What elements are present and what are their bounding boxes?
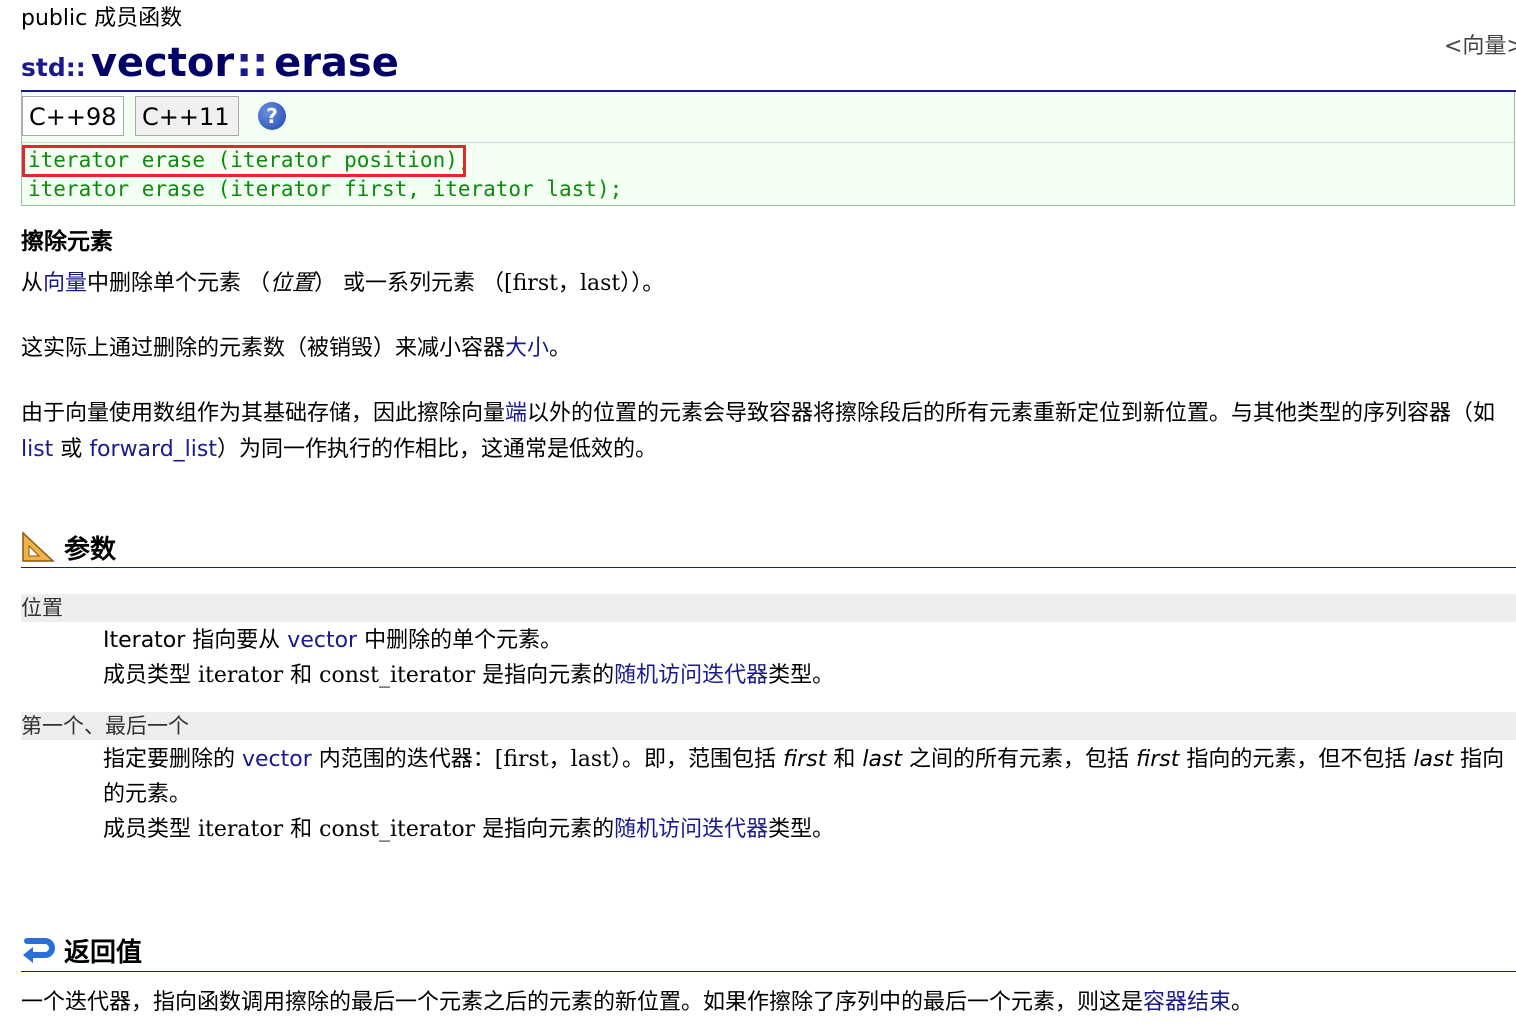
highlight-box: [22, 145, 466, 177]
random-access-iterator-link[interactable]: 随机访问迭代器: [614, 817, 768, 842]
summary-paragraph-3: 由于向量使用数组作为其基础存储，因此擦除向量端以外的位置的元素会导致容器将擦除段…: [21, 401, 1496, 462]
ruler-triangle-icon: [21, 530, 55, 564]
summary-heading: 擦除元素: [21, 229, 113, 255]
param-name-position: 位置: [21, 594, 1516, 622]
prototype-divider: [22, 142, 1514, 143]
container-end-link[interactable]: 容器结束: [1143, 990, 1231, 1015]
return-arrow-icon: [21, 933, 55, 967]
tab-cpp98[interactable]: C++98: [22, 96, 124, 136]
range-term: [first，last）: [504, 271, 632, 296]
prototype-box: C++98 C++11 ? iterator erase (iterator p…: [21, 92, 1515, 206]
prototype-range: iterator erase (iterator first, iterator…: [28, 177, 623, 201]
member-kind-label: public 成员函数: [21, 6, 183, 31]
function-name: erase: [274, 40, 399, 86]
param-first-last-line1: 指定要删除的 vector 内范围的迭代器：[first，last）。即，范围包…: [103, 747, 1505, 807]
return-value-text: 一个迭代器，指向函数调用擦除的最后一个元素之后的元素的新位置。如果作擦除了序列中…: [21, 990, 1254, 1015]
namespace-label: std::: [21, 53, 86, 82]
size-link[interactable]: 大小: [505, 336, 549, 361]
vector-header-link[interactable]: <向量>: [1444, 28, 1516, 60]
parameters-divider: [21, 567, 1516, 568]
vector-link[interactable]: 向量: [43, 271, 87, 296]
forward-list-link[interactable]: forward_list: [89, 437, 217, 462]
position-term: 位置: [270, 271, 315, 296]
param-first-last-line2: 成员类型 iterator 和 const_iterator 是指向元素的随机访…: [103, 817, 835, 842]
help-icon[interactable]: ?: [258, 102, 286, 130]
return-value-heading: 返回值: [21, 930, 142, 970]
summary-paragraph-2: 这实际上通过删除的元素数（被销毁）来减小容器大小。: [21, 336, 572, 361]
tab-cpp11[interactable]: C++11: [135, 96, 239, 136]
vector-link[interactable]: vector: [287, 628, 357, 653]
return-value-divider: [21, 971, 1516, 972]
param-position-line2: 成员类型 iterator 和 const_iterator 是指向元素的随机访…: [103, 663, 835, 688]
param-position-line1: Iterator 指向要从 vector 中删除的单个元素。: [103, 628, 563, 653]
random-access-iterator-link[interactable]: 随机访问迭代器: [614, 663, 768, 688]
list-link[interactable]: list: [21, 437, 53, 462]
param-name-first-last: 第一个、最后一个: [21, 712, 1516, 740]
class-name: vector: [90, 40, 235, 86]
page-title: std:: vector:: erase: [21, 40, 399, 90]
end-link[interactable]: 端: [505, 401, 527, 426]
param-desc-first-last: 指定要删除的 vector 内范围的迭代器：[first，last）。即，范围包…: [103, 742, 1513, 847]
summary-paragraph-1: 从向量中删除单个元素 （位置） 或一系列元素 （[first，last））。: [21, 271, 665, 296]
vector-link[interactable]: vector: [242, 747, 312, 772]
scope-separator: ::: [236, 40, 269, 86]
parameters-heading: 参数: [21, 527, 116, 567]
param-desc-position: Iterator 指向要从 vector 中删除的单个元素。 成员类型 iter…: [103, 623, 1513, 693]
